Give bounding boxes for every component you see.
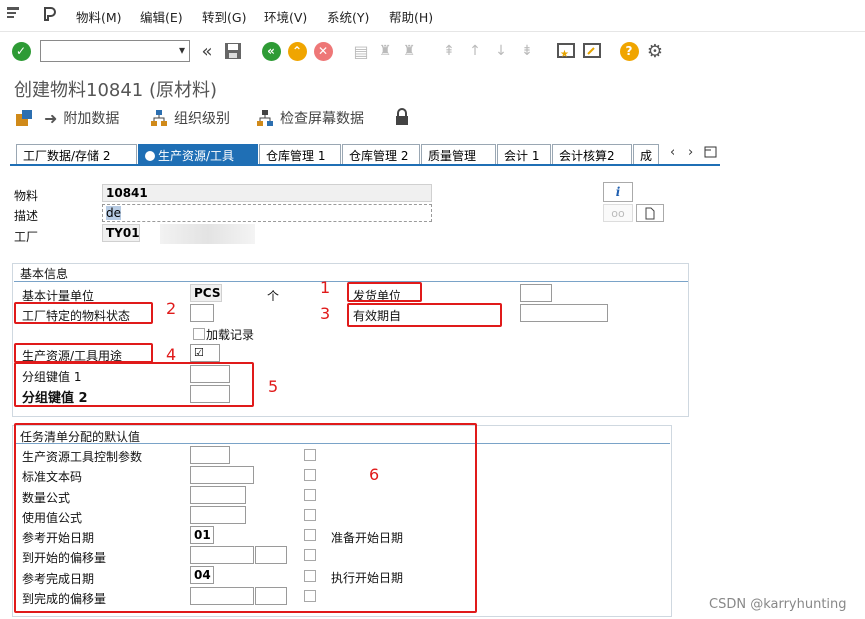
valid-from-field[interactable] <box>520 304 608 322</box>
additional-data-label: 附加数据 <box>63 111 120 127</box>
plant-status-field[interactable] <box>190 304 214 322</box>
tab-warehouse2[interactable]: 仓库管理 2 <box>342 144 420 164</box>
info-icon: i <box>615 185 621 199</box>
chevron-down-icon[interactable]: ▾ <box>179 43 185 57</box>
tab-prt[interactable]: 生产资源/工具 <box>138 144 258 164</box>
tab-list-icon[interactable] <box>704 145 718 162</box>
annotation-number-3: 3 <box>320 304 331 323</box>
check-hierarchy-icon <box>257 110 273 126</box>
save-icon[interactable] <box>222 40 244 62</box>
tab-warehouse1[interactable]: 仓库管理 1 <box>259 144 341 164</box>
next-page-icon[interactable]: ↓ <box>490 40 512 62</box>
page-title: 创建物料10841 (原材料) <box>14 80 218 101</box>
load-records-label: 加载记录 <box>206 328 255 342</box>
annotation-number-4: 4 <box>166 345 177 364</box>
plant-name-blurred <box>160 224 255 244</box>
basic-info-title: 基本信息 <box>20 267 69 281</box>
tab-prt-icon <box>145 151 155 161</box>
base-uom-field: PCS <box>190 284 222 302</box>
tab-more[interactable]: 成 <box>633 144 659 164</box>
check-screen-data-button[interactable]: 检查屏幕数据 <box>256 108 364 128</box>
org-levels-button[interactable]: 组织级别 <box>150 108 230 128</box>
description-label: 描述 <box>14 209 39 223</box>
check-screen-data-label: 检查屏幕数据 <box>280 111 364 127</box>
menu-system[interactable]: 系统(Y) <box>327 7 369 26</box>
glasses-button[interactable]: oo <box>603 204 633 222</box>
material-icon-button[interactable] <box>14 108 34 128</box>
plant-label: 工厂 <box>14 230 39 244</box>
print-icon[interactable]: ▤ <box>350 40 372 62</box>
find-icon[interactable]: ♜ <box>374 40 396 62</box>
document-button[interactable] <box>636 204 664 222</box>
glasses-icon: oo <box>611 206 625 220</box>
cancel-icon[interactable]: ✕ <box>312 40 334 62</box>
material-field: 10841 <box>102 184 432 202</box>
find-next-icon[interactable]: ♜ <box>398 40 420 62</box>
annotation-box-4 <box>14 343 153 363</box>
menu-edit[interactable]: 编辑(E) <box>140 7 183 26</box>
arrow-right-icon: ➜ <box>44 108 58 128</box>
help-icon[interactable]: ? <box>618 40 640 62</box>
sap-logo-icon[interactable] <box>42 6 58 22</box>
prt-usage-field[interactable]: ☑ <box>190 344 220 362</box>
issue-unit-field[interactable] <box>520 284 552 302</box>
annotation-box-1 <box>347 282 422 302</box>
info-button[interactable]: i <box>603 182 633 202</box>
watermark: CSDN @karryhunting <box>709 597 847 612</box>
last-page-icon[interactable]: ⇟ <box>516 40 538 62</box>
annotation-number-1: 1 <box>320 278 331 297</box>
tab-prt-label: 生产资源/工具 <box>158 149 235 163</box>
lock-icon <box>396 108 408 125</box>
tab-underline <box>10 164 720 166</box>
menu-material[interactable]: 物料(M) <box>76 7 122 26</box>
document-icon <box>645 207 655 219</box>
org-hierarchy-icon <box>151 110 167 126</box>
tab-quality[interactable]: 质量管理 <box>421 144 496 164</box>
back-icon[interactable]: « <box>260 40 282 62</box>
plant-field: TY01 <box>102 224 140 242</box>
tab-plant-data-storage2[interactable]: 工厂数据/存储 2 <box>16 144 137 164</box>
first-page-icon[interactable]: ⇞ <box>438 40 460 62</box>
enter-check-icon[interactable]: ✓ <box>10 40 32 62</box>
menu-help[interactable]: 帮助(H) <box>389 7 433 26</box>
exit-icon[interactable]: ⌃ <box>286 40 308 62</box>
menu-goto[interactable]: 转到(G) <box>202 7 246 26</box>
annotation-number-6: 6 <box>369 465 380 484</box>
menu-environment[interactable]: 环境(V) <box>264 7 307 26</box>
org-levels-label: 组织级别 <box>174 111 230 127</box>
additional-data-button[interactable]: ➜ 附加数据 <box>44 108 119 128</box>
create-session-icon[interactable]: ★ <box>556 40 578 62</box>
material-label: 物料 <box>14 189 39 203</box>
annotation-box-2 <box>14 302 153 324</box>
chevron-right-icon[interactable]: › <box>688 145 693 160</box>
description-field[interactable]: de <box>102 204 432 222</box>
command-field[interactable]: ▾ <box>40 40 190 62</box>
annotation-number-2: 2 <box>166 299 177 318</box>
annotation-box-6 <box>14 423 477 613</box>
tab-costing2[interactable]: 会计核算2 <box>552 144 632 164</box>
sap-menu-icon[interactable] <box>6 6 22 20</box>
description-value: de <box>106 206 121 220</box>
chevron-left-icon[interactable]: ‹ <box>670 145 675 160</box>
previous-page-icon[interactable]: ↑ <box>464 40 486 62</box>
double-left-icon[interactable]: « <box>196 40 218 62</box>
base-uom-text: 个 <box>267 289 280 303</box>
lock-button[interactable] <box>394 108 410 126</box>
annotation-number-5: 5 <box>268 377 279 396</box>
settings-gear-icon[interactable]: ⚙ <box>644 40 666 62</box>
load-records-checkbox[interactable] <box>193 328 205 340</box>
tab-accounting1[interactable]: 会计 1 <box>497 144 551 164</box>
annotation-box-3 <box>347 303 502 327</box>
shortcut-icon[interactable] <box>582 40 604 62</box>
svg-text:★: ★ <box>560 49 569 60</box>
annotation-box-5 <box>14 362 254 407</box>
